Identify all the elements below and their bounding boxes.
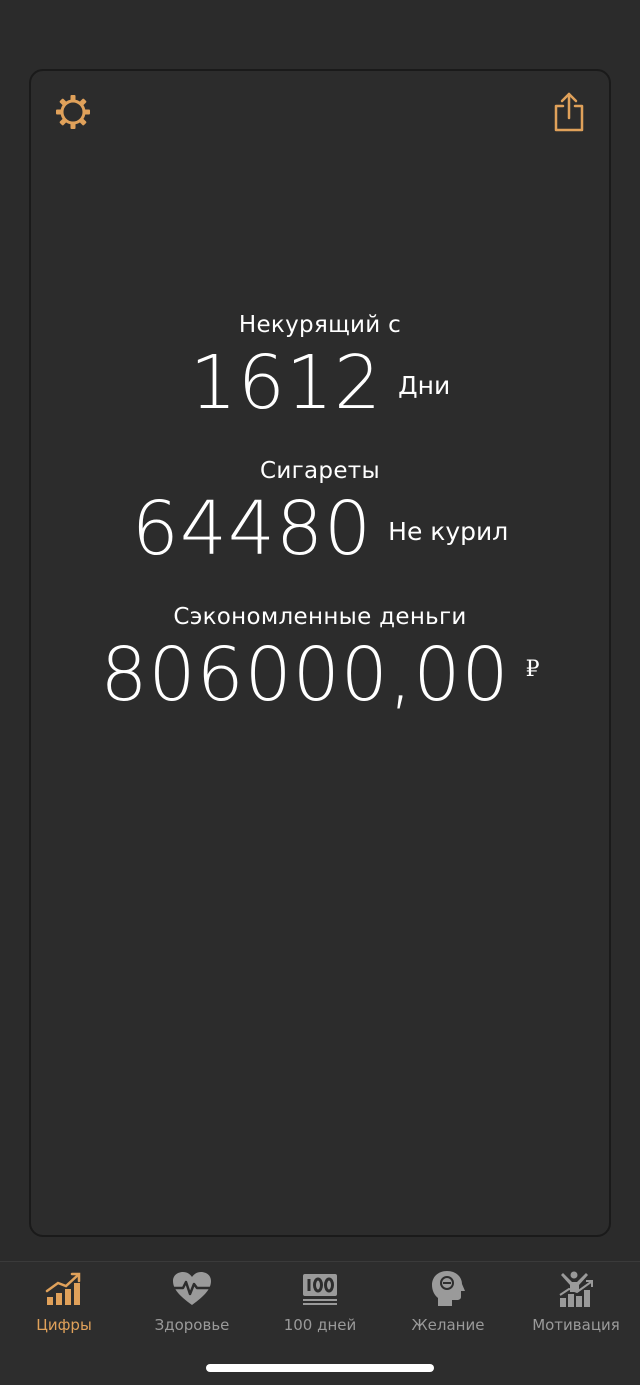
tab-numbers[interactable]: Цифры <box>0 1270 128 1342</box>
heart-pulse-icon <box>170 1270 214 1308</box>
tab-label: Цифры <box>36 1316 92 1334</box>
tab-health[interactable]: Здоровье <box>128 1270 256 1342</box>
cigarettes-unit: Не курил <box>388 517 509 546</box>
days-row: 1612 Дни <box>0 346 640 420</box>
money-row: 806000,00 ₽ <box>0 638 640 712</box>
days-value: 1612 <box>189 340 383 426</box>
days-label: Некурящий с <box>238 312 402 338</box>
hundred-days-icon <box>298 1270 342 1308</box>
days-unit: Дни <box>398 371 451 400</box>
tab-motivation[interactable]: Мотивация <box>512 1270 640 1342</box>
currency-symbol: ₽ <box>525 657 540 682</box>
money-label: Сэкономленные деньги <box>173 604 467 630</box>
gear-icon <box>56 95 90 129</box>
share-icon <box>554 92 584 132</box>
tab-label: Мотивация <box>532 1316 620 1334</box>
cigarettes-value: 64480 <box>131 486 373 572</box>
tab-label: 100 дней <box>283 1316 357 1334</box>
head-profile-icon <box>426 1270 470 1308</box>
tab-label: Здоровье <box>154 1316 230 1334</box>
motivation-icon <box>554 1270 598 1308</box>
cigarettes-label: Сигареты <box>260 458 380 484</box>
home-indicator[interactable] <box>206 1364 434 1372</box>
settings-button[interactable] <box>45 84 101 140</box>
chart-growth-icon <box>42 1270 86 1308</box>
money-value: 806000,00 <box>100 632 510 718</box>
tab-100-days[interactable]: 100 дней <box>256 1270 384 1342</box>
share-button[interactable] <box>541 84 597 140</box>
tab-label: Желание <box>411 1316 485 1334</box>
app-screen: Некурящий с 1612 Дни Сигареты 64480 Не к… <box>0 0 640 1385</box>
cigarettes-row: 64480 Не курил <box>0 492 640 566</box>
tab-craving[interactable]: Желание <box>384 1270 512 1342</box>
